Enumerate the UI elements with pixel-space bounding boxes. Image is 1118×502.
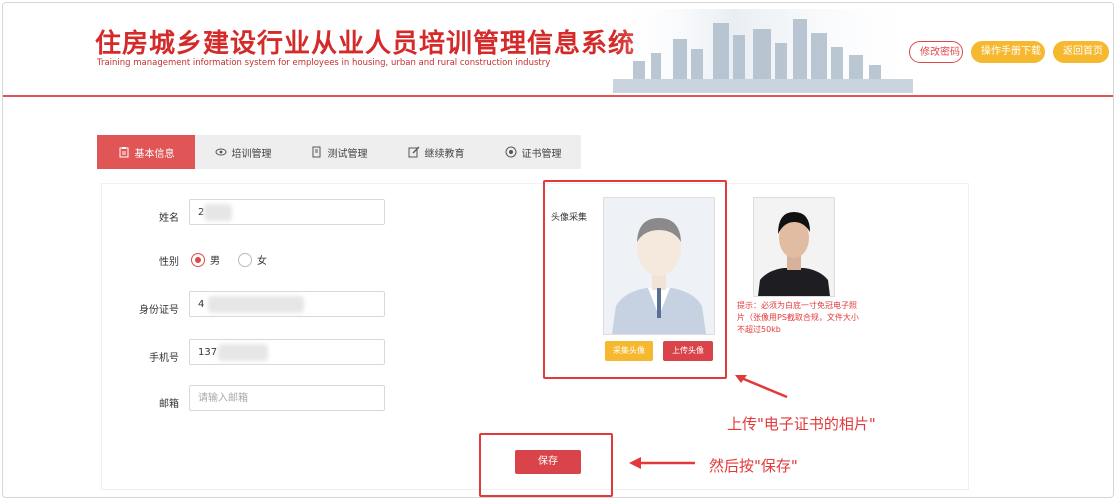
gender-male-label: 男: [210, 256, 220, 267]
capture-avatar-button[interactable]: 采集头像: [605, 341, 653, 361]
edit-icon: [408, 146, 419, 158]
gender-radio-group: 男 女: [191, 252, 267, 267]
site-header: 住房城乡建设行业从业人员培训管理信息系统 Training management…: [3, 3, 1113, 95]
id-number-input[interactable]: 4: [189, 291, 385, 317]
form-row-gender: 性别: [101, 247, 179, 273]
photo-hint-text: 提示：必须为白底一寸免冠电子照片（张像用PS截取合规，文件大小不超过50kb: [737, 301, 859, 334]
site-subtitle: Training management information system f…: [97, 58, 551, 68]
person-silhouette-icon: [604, 198, 714, 334]
tab-label: 证书管理: [521, 148, 562, 160]
save-button[interactable]: 保存: [515, 450, 581, 474]
tab-training[interactable]: 培训管理: [195, 135, 291, 169]
upload-avatar-button[interactable]: 上传头像: [663, 341, 713, 361]
tab-basic-info[interactable]: 基本信息: [97, 135, 195, 169]
sample-portrait-image: [754, 198, 834, 296]
avatar-label: 头像采集: [551, 213, 588, 223]
save-annotation: 然后按"保存": [709, 457, 798, 475]
form-row-email: 邮箱: [101, 389, 179, 415]
phone-label: 手机号: [149, 352, 179, 364]
tab-bar: 基本信息 培训管理 测试管理 继续教育 证书管理: [97, 135, 581, 169]
form-row-name: 姓名: [101, 203, 179, 229]
clipboard-icon: [119, 147, 128, 158]
tab-label: 测试管理: [327, 148, 368, 160]
back-home-button[interactable]: 返回首页: [1053, 41, 1109, 63]
name-input[interactable]: 2: [189, 199, 385, 225]
gender-label: 性别: [159, 256, 179, 268]
gender-male-radio[interactable]: 男: [191, 252, 220, 267]
redacted-blur: [208, 296, 304, 313]
annotation-arrow-icon: [735, 375, 788, 399]
header-divider: [3, 95, 1113, 97]
redacted-blur: [218, 344, 268, 361]
tab-certificates[interactable]: 证书管理: [485, 135, 581, 169]
document-icon: [312, 146, 320, 158]
tab-label: 培训管理: [231, 148, 272, 160]
phone-value: 137: [198, 347, 218, 358]
radio-unchecked-icon: [238, 252, 252, 267]
tab-label: 基本信息: [134, 148, 175, 160]
avatar-placeholder: [603, 197, 715, 335]
email-label: 邮箱: [159, 398, 179, 410]
tab-continuing-education[interactable]: 继续教育: [387, 135, 485, 169]
change-password-button[interactable]: 修改密码: [909, 41, 963, 63]
manual-download-button[interactable]: 操作手册下载: [971, 41, 1045, 63]
sample-photo: [753, 197, 835, 297]
tab-label: 继续教育: [424, 148, 465, 160]
id-number-label: 身份证号: [139, 304, 179, 316]
redacted-blur: [204, 204, 232, 221]
target-icon: [505, 146, 516, 158]
name-label: 姓名: [159, 212, 179, 224]
gender-female-radio[interactable]: 女: [238, 252, 267, 267]
form-row-id: 身份证号: [101, 295, 179, 321]
eye-icon: [215, 148, 226, 156]
email-input[interactable]: 请输入邮箱: [189, 385, 385, 411]
app-window: 住房城乡建设行业从业人员培训管理信息系统 Training management…: [2, 2, 1114, 498]
city-skyline-banner: [613, 9, 913, 93]
id-number-value: 4: [198, 299, 205, 310]
site-title: 住房城乡建设行业从业人员培训管理信息系统: [95, 29, 636, 59]
email-placeholder: 请输入邮箱: [198, 393, 248, 404]
radio-checked-icon: [191, 252, 205, 267]
form-row-phone: 手机号: [101, 343, 179, 369]
upload-annotation: 上传"电子证书的相片": [727, 415, 876, 433]
gender-female-label: 女: [257, 256, 267, 267]
tab-testing[interactable]: 测试管理: [291, 135, 387, 169]
annotation-arrow-icon: [629, 457, 695, 469]
phone-input[interactable]: 137: [189, 339, 385, 365]
